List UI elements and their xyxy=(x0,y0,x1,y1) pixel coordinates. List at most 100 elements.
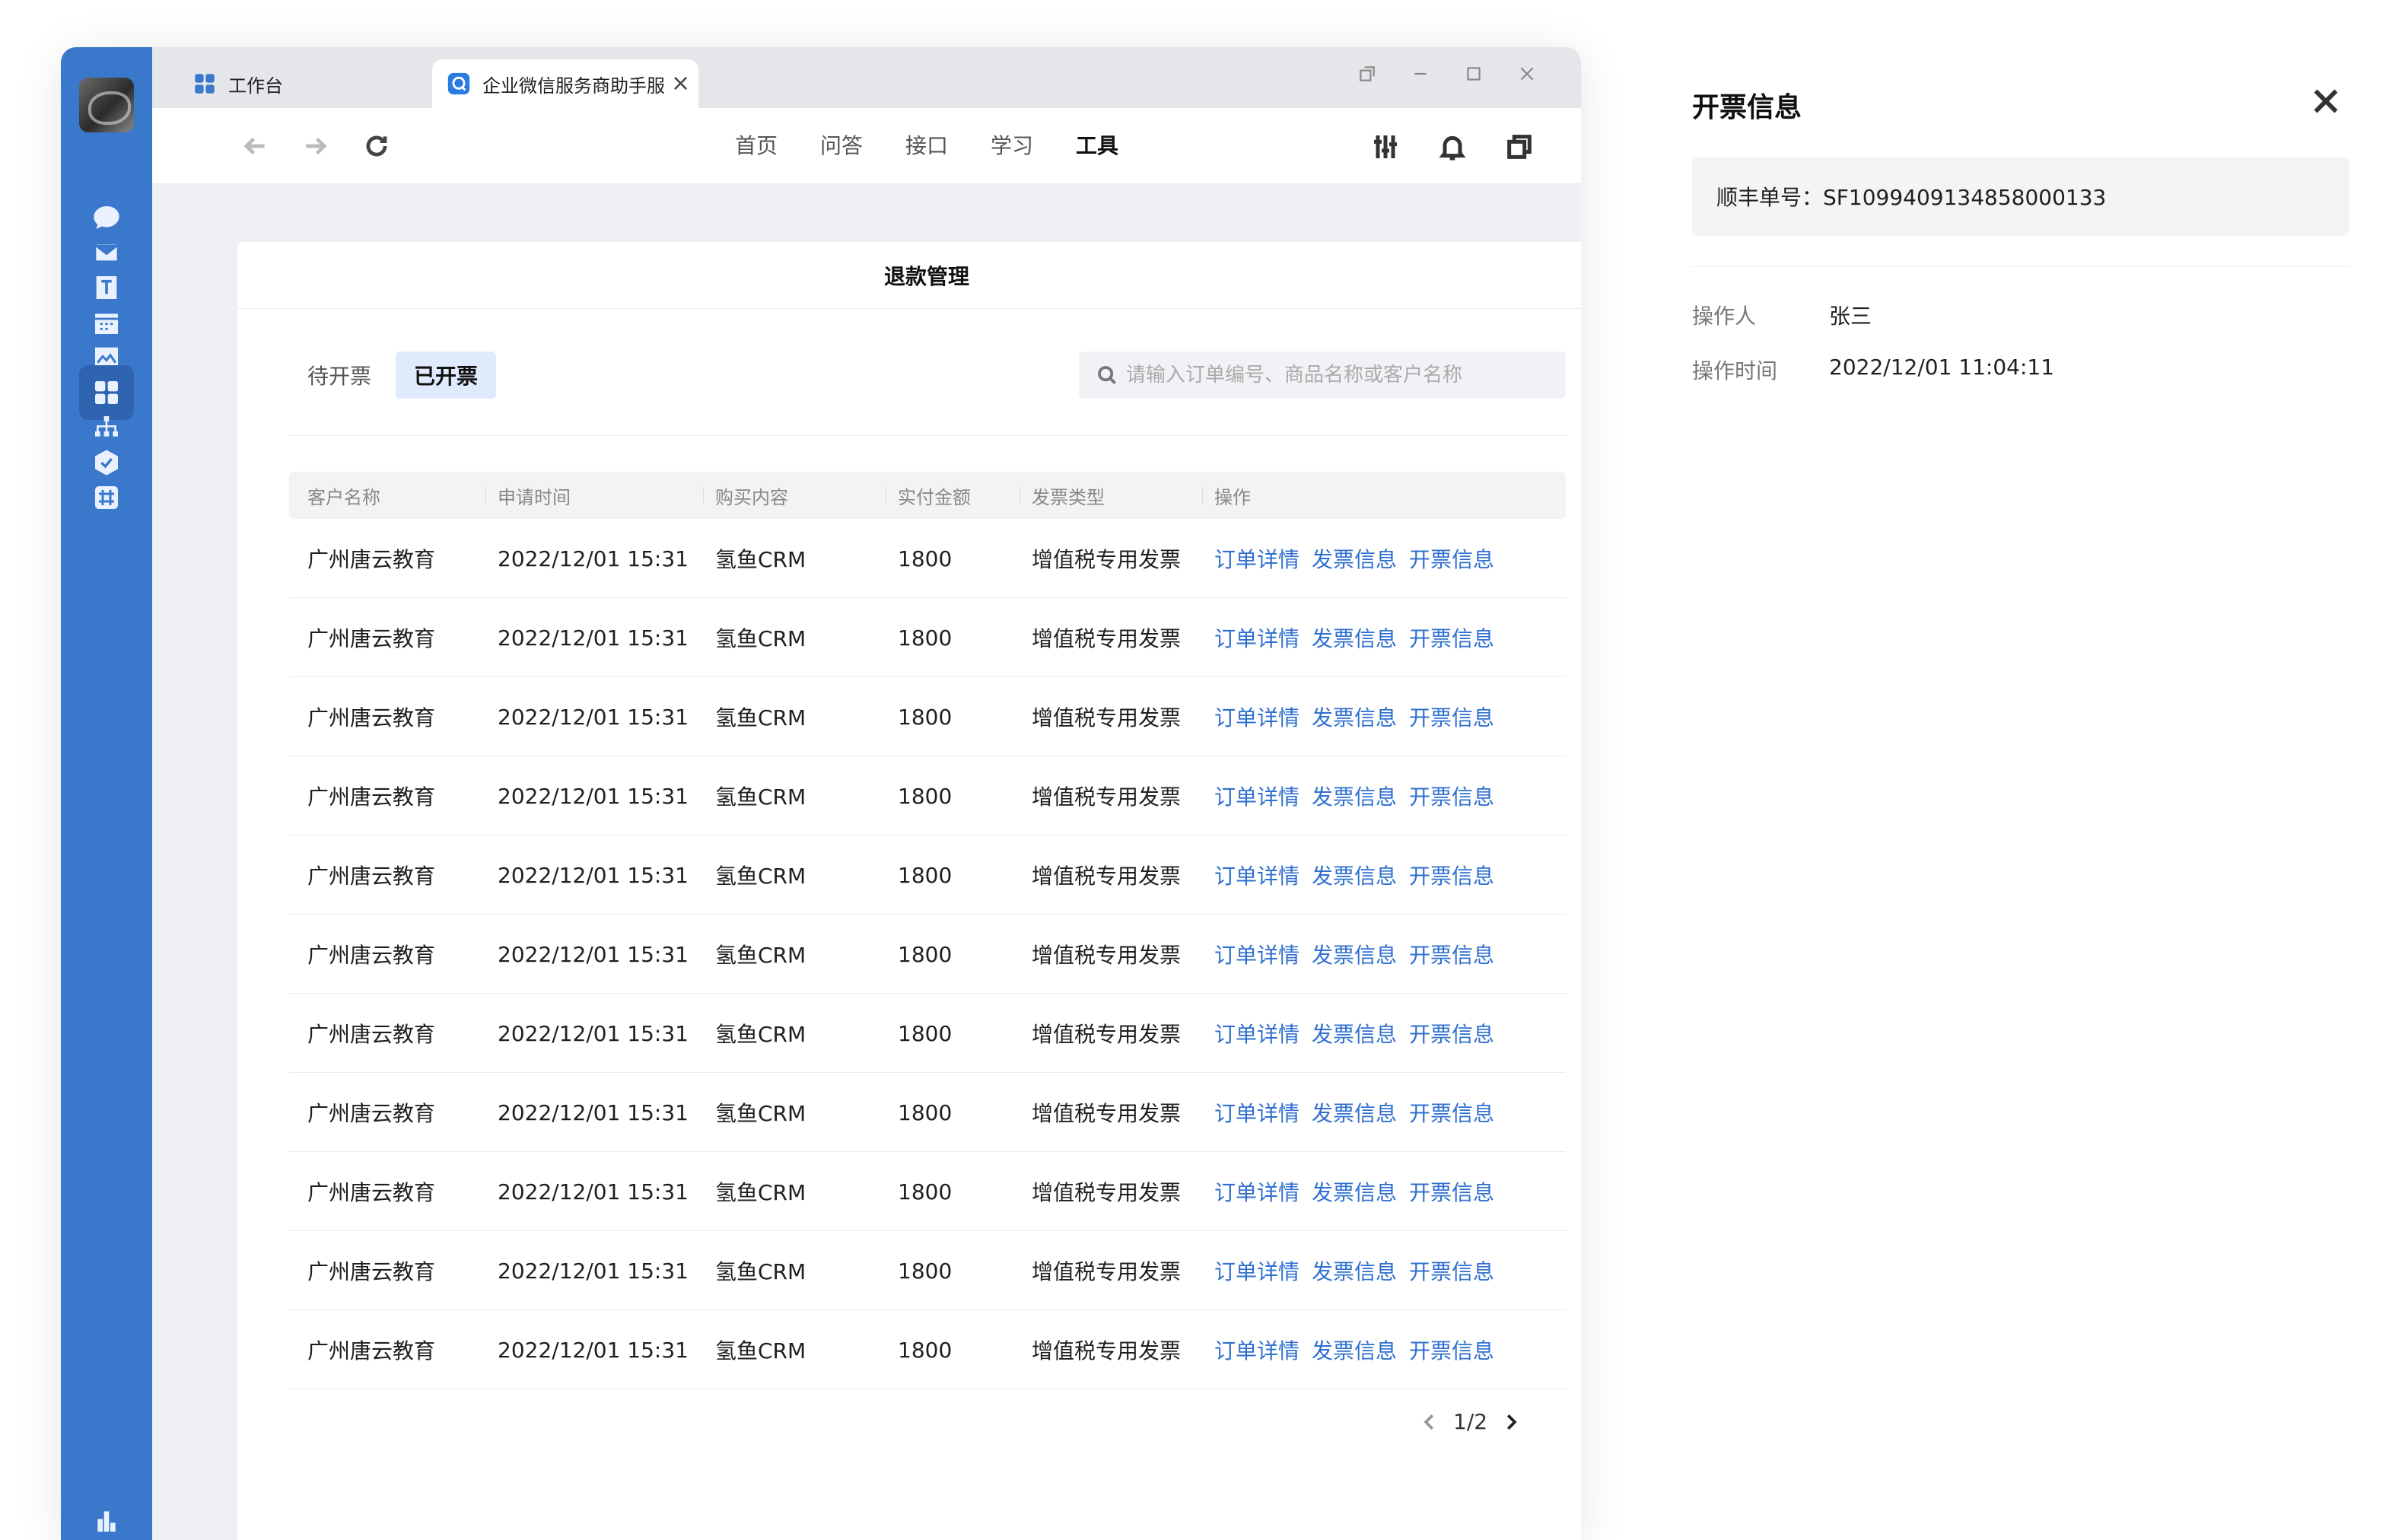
billing-info-link[interactable]: 开票信息 xyxy=(1409,702,1494,732)
cell-product: 氢鱼CRM xyxy=(715,864,806,889)
order-detail-link[interactable]: 订单详情 xyxy=(1214,1018,1299,1048)
nav-home[interactable]: 首页 xyxy=(735,129,820,160)
cell-time: 2022/12/01 15:31 xyxy=(498,862,689,888)
close-icon[interactable] xyxy=(2308,84,2343,119)
tab-label: 企业微信服务商助手服务 xyxy=(482,75,665,97)
invoice-info-link[interactable]: 发票信息 xyxy=(1312,1176,1397,1207)
prev-page-icon[interactable] xyxy=(1418,1411,1441,1433)
invoice-info-link[interactable]: 发票信息 xyxy=(1312,1255,1397,1286)
cell-customer: 广州唐云教育 xyxy=(307,1180,436,1205)
close-icon[interactable]: × xyxy=(671,72,690,95)
operation-time-value: 2022/12/01 11:04:11 xyxy=(1829,355,2055,380)
order-detail-link[interactable]: 订单详情 xyxy=(1214,1176,1299,1207)
tab-invoiced[interactable]: 已开票 xyxy=(396,352,496,399)
popout-icon[interactable] xyxy=(1341,55,1394,93)
cell-actions: 订单详情 发票信息 开票信息 xyxy=(1214,1073,1506,1152)
cell-product: 氢鱼CRM xyxy=(715,943,806,968)
nav-learn[interactable]: 学习 xyxy=(991,129,1076,160)
copy-window-icon[interactable] xyxy=(1500,128,1538,166)
search-input[interactable] xyxy=(1126,364,1552,387)
next-page-icon[interactable] xyxy=(1500,1411,1522,1433)
billing-info-link[interactable]: 开票信息 xyxy=(1409,1018,1494,1048)
billing-info-link[interactable]: 开票信息 xyxy=(1409,1097,1494,1128)
order-detail-link[interactable]: 订单详情 xyxy=(1214,781,1299,811)
table-row: 广州唐云教育 2022/12/01 15:31 氢鱼CRM 1800 增值税专用发票 订单… xyxy=(289,1231,1566,1310)
nav-api[interactable]: 接口 xyxy=(905,129,991,160)
pagination: 1/2 xyxy=(1418,1409,1522,1434)
billing-info-link[interactable]: 开票信息 xyxy=(1409,860,1494,890)
stats-icon[interactable] xyxy=(79,1493,134,1540)
billing-info-link[interactable]: 开票信息 xyxy=(1409,543,1494,574)
invoice-info-link[interactable]: 发票信息 xyxy=(1312,860,1397,890)
cell-amount: 1800 xyxy=(898,862,953,888)
cell-time: 2022/12/01 15:31 xyxy=(498,1258,689,1284)
nav-qa[interactable]: 问答 xyxy=(820,129,905,160)
order-detail-link[interactable]: 订单详情 xyxy=(1214,702,1299,732)
invoice-info-link[interactable]: 发票信息 xyxy=(1312,1097,1397,1128)
back-icon[interactable] xyxy=(236,127,274,165)
bell-icon[interactable] xyxy=(1433,128,1471,166)
tab-pending-invoice[interactable]: 待开票 xyxy=(294,352,385,399)
order-detail-link[interactable]: 订单详情 xyxy=(1214,543,1299,574)
tracking-number: 顺丰单号：SF1099409134858000133 xyxy=(1692,157,2349,236)
operator-label: 操作人 xyxy=(1692,304,1757,329)
invoice-info-link[interactable]: 发票信息 xyxy=(1312,543,1397,574)
search-box[interactable] xyxy=(1079,352,1566,399)
minimize-icon[interactable] xyxy=(1394,55,1447,93)
cell-amount: 1800 xyxy=(898,783,953,809)
sliders-icon[interactable] xyxy=(1366,128,1404,166)
page-indicator: 1/2 xyxy=(1453,1409,1488,1434)
invoice-info-link[interactable]: 发票信息 xyxy=(1312,702,1397,732)
maximize-icon[interactable] xyxy=(1447,55,1500,93)
cell-amount: 1800 xyxy=(898,546,953,571)
invoice-info-link[interactable]: 发票信息 xyxy=(1312,622,1397,653)
billing-info-link[interactable]: 开票信息 xyxy=(1409,622,1494,653)
cell-product: 氢鱼CRM xyxy=(715,1259,806,1284)
order-detail-link[interactable]: 订单详情 xyxy=(1214,860,1299,890)
cell-amount: 1800 xyxy=(898,625,953,651)
table-row: 广州唐云教育 2022/12/01 15:31 氢鱼CRM 1800 增值税专用发票 订单… xyxy=(289,1152,1566,1231)
cell-invoice-type: 增值税专用发票 xyxy=(1032,1022,1182,1047)
title-bar: 工作台 企业微信服务商助手服务 × xyxy=(152,47,1581,108)
invoice-info-link[interactable]: 发票信息 xyxy=(1312,1335,1397,1365)
hashtag-icon[interactable] xyxy=(79,470,134,525)
refresh-icon[interactable] xyxy=(358,127,396,165)
cell-actions: 订单详情 发票信息 开票信息 xyxy=(1214,1231,1506,1310)
cell-amount: 1800 xyxy=(898,1179,953,1204)
col-invoice-type: 发票类型 xyxy=(1020,472,1105,519)
billing-info-link[interactable]: 开票信息 xyxy=(1409,1335,1494,1365)
billing-info-link[interactable]: 开票信息 xyxy=(1409,939,1494,969)
table-row: 广州唐云教育 2022/12/01 15:31 氢鱼CRM 1800 增值税专用发票 订单… xyxy=(289,519,1566,598)
order-detail-link[interactable]: 订单详情 xyxy=(1214,1335,1299,1365)
order-detail-link[interactable]: 订单详情 xyxy=(1214,1097,1299,1128)
billing-info-link[interactable]: 开票信息 xyxy=(1409,781,1494,811)
billing-info-link[interactable]: 开票信息 xyxy=(1409,1255,1494,1286)
invoice-info-link[interactable]: 发票信息 xyxy=(1312,781,1397,811)
cell-customer: 广州唐云教育 xyxy=(307,864,436,889)
cell-customer: 广州唐云教育 xyxy=(307,1259,436,1284)
order-detail-link[interactable]: 订单详情 xyxy=(1214,622,1299,653)
col-product: 购买内容 xyxy=(703,472,788,519)
window-close-icon[interactable] xyxy=(1500,55,1554,93)
order-detail-link[interactable]: 订单详情 xyxy=(1214,1255,1299,1286)
cell-time: 2022/12/01 15:31 xyxy=(498,704,689,730)
tab-workbench[interactable]: 工作台 xyxy=(175,59,428,108)
cell-time: 2022/12/01 15:31 xyxy=(498,1020,689,1046)
forward-icon[interactable] xyxy=(297,127,335,165)
avatar[interactable] xyxy=(79,78,134,132)
cell-invoice-type: 增值税专用发票 xyxy=(1032,547,1182,572)
invoice-info-link[interactable]: 发票信息 xyxy=(1312,1018,1397,1048)
billing-info-link[interactable]: 开票信息 xyxy=(1409,1176,1494,1207)
divider xyxy=(289,435,1566,436)
table-row: 广州唐云教育 2022/12/01 15:31 氢鱼CRM 1800 增值税专用发票 订单… xyxy=(289,1310,1566,1389)
tab-assistant[interactable]: 企业微信服务商助手服务 × xyxy=(432,59,698,108)
invoice-info-link[interactable]: 发票信息 xyxy=(1312,939,1397,969)
cell-customer: 广州唐云教育 xyxy=(307,943,436,968)
cell-time: 2022/12/01 15:31 xyxy=(498,625,689,651)
panel-title: 开票信息 xyxy=(1692,92,1802,123)
cell-product: 氢鱼CRM xyxy=(715,626,806,651)
cell-customer: 广州唐云教育 xyxy=(307,1101,436,1126)
order-detail-link[interactable]: 订单详情 xyxy=(1214,939,1299,969)
cell-time: 2022/12/01 15:31 xyxy=(498,546,689,571)
nav-tools[interactable]: 工具 xyxy=(1076,129,1161,160)
